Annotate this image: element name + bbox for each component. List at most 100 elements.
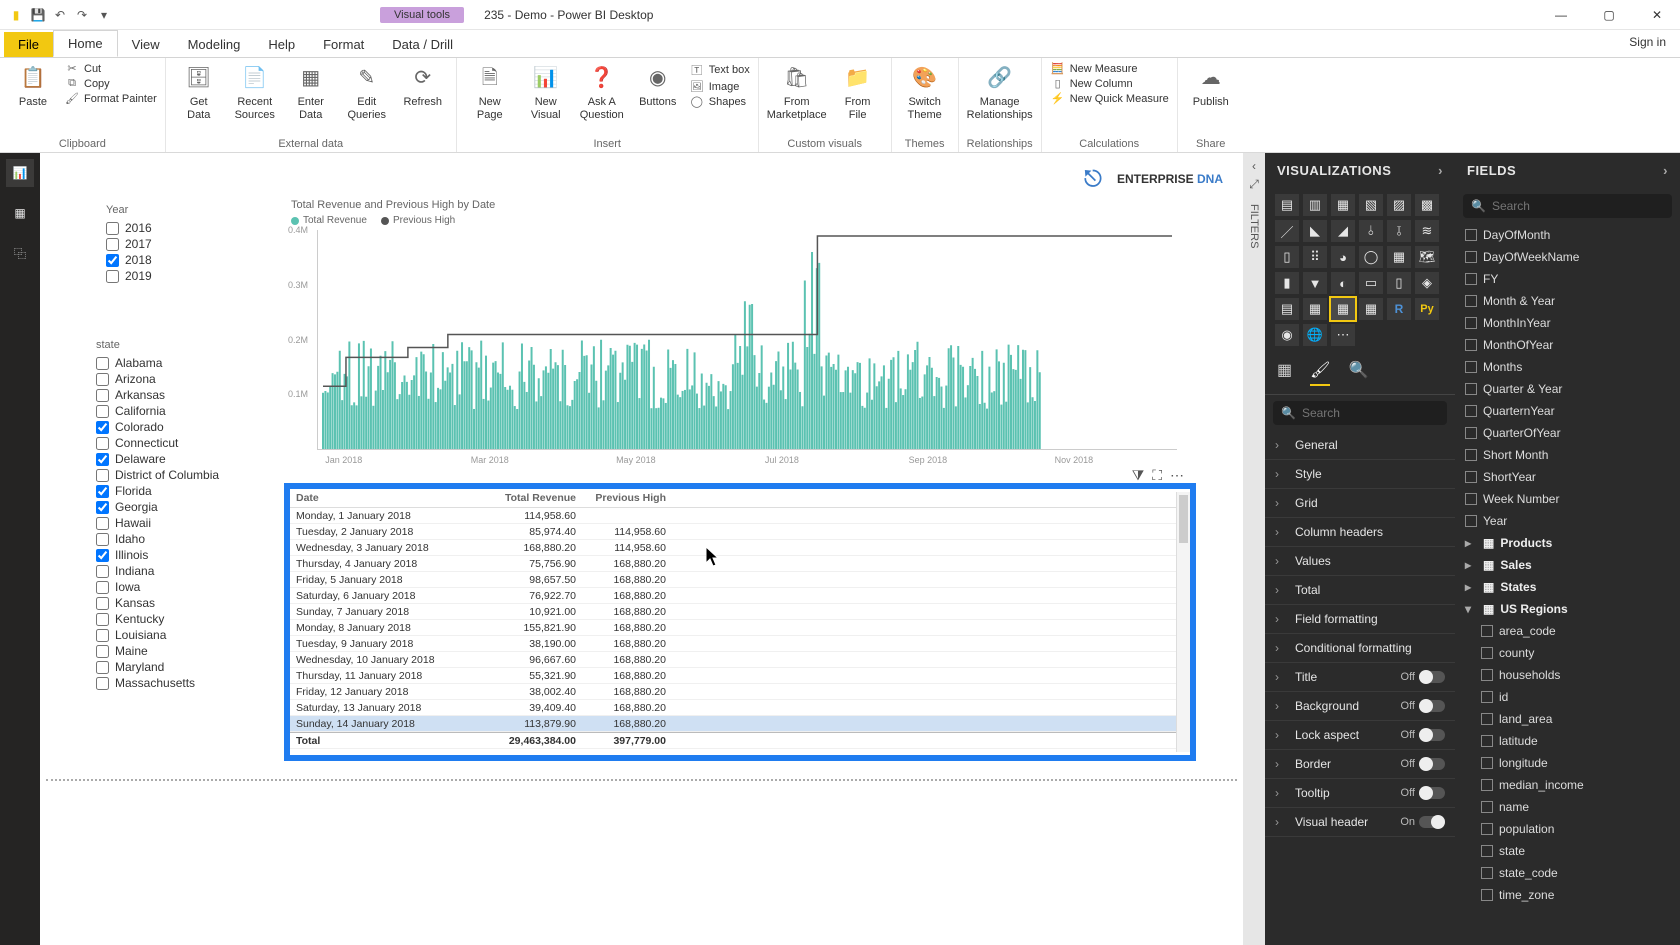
viz-ribbon-icon[interactable]: ≋ [1415, 220, 1439, 242]
field-item[interactable]: time_zone [1455, 884, 1680, 906]
viz-table-icon[interactable]: ▦ [1331, 298, 1355, 320]
col-header-date[interactable]: Date [296, 492, 486, 504]
field-table[interactable]: ▸▦Sales [1455, 554, 1680, 576]
get-data-button[interactable]: 🗄Get Data [174, 62, 224, 121]
checkbox[interactable] [96, 517, 109, 530]
field-item[interactable]: DayOfWeekName [1455, 246, 1680, 268]
edit-queries-button[interactable]: ✎Edit Queries [342, 62, 392, 121]
field-item[interactable]: longitude [1455, 752, 1680, 774]
chevron-right-icon[interactable]: › [1438, 163, 1443, 178]
table-row[interactable]: Tuesday, 2 January 201885,974.40114,958.… [290, 524, 1190, 540]
viz-pie-icon[interactable]: ◕ [1331, 246, 1355, 268]
viz-arcgis-icon[interactable]: ◉ [1275, 324, 1299, 346]
field-table[interactable]: ▾▦US Regions [1455, 598, 1680, 620]
table-header[interactable]: Date Total Revenue Previous High [290, 489, 1190, 508]
report-view-icon[interactable]: 📊 [6, 159, 34, 187]
focus-mode-icon[interactable]: ⛶ [1152, 467, 1162, 484]
format-section[interactable]: ›BorderOff [1265, 750, 1455, 779]
state-option[interactable]: Delaware [96, 451, 266, 467]
checkbox[interactable] [1481, 779, 1493, 791]
field-item[interactable]: median_income [1455, 774, 1680, 796]
checkbox[interactable] [106, 254, 119, 267]
table-row[interactable]: Monday, 8 January 2018155,821.90168,880.… [290, 620, 1190, 636]
state-option[interactable]: Colorado [96, 419, 266, 435]
search-input[interactable] [1492, 199, 1664, 213]
toggle-switch[interactable]: Off [1401, 671, 1445, 683]
checkbox[interactable] [96, 501, 109, 514]
viz-map-icon[interactable]: 🗺 [1415, 246, 1439, 268]
year-option[interactable]: 2016 [106, 220, 216, 236]
format-section[interactable]: ›TooltipOff [1265, 779, 1455, 808]
copy-button[interactable]: ⧉Copy [64, 77, 157, 90]
year-option[interactable]: 2019 [106, 268, 216, 284]
qat-dropdown-icon[interactable]: ▾ [96, 7, 112, 23]
field-item[interactable]: name [1455, 796, 1680, 818]
more-options-icon[interactable]: ⋯ [1170, 467, 1184, 484]
format-section[interactable]: ›Grid [1265, 489, 1455, 518]
expand-icon[interactable]: ▸ [1465, 580, 1477, 594]
state-option[interactable]: Iowa [96, 579, 266, 595]
field-item[interactable]: MonthInYear [1455, 312, 1680, 334]
minimize-icon[interactable]: — [1538, 0, 1584, 30]
field-item[interactable]: latitude [1455, 730, 1680, 752]
checkbox[interactable] [1481, 757, 1493, 769]
viz-line-icon[interactable]: ／ [1275, 220, 1299, 242]
viz-stacked-column-icon[interactable]: ▥ [1303, 194, 1327, 216]
toggle-switch[interactable]: On [1400, 816, 1445, 828]
state-option[interactable]: Hawaii [96, 515, 266, 531]
manage-relationships-button[interactable]: 🔗Manage Relationships [967, 62, 1033, 121]
tab-modeling[interactable]: Modeling [174, 32, 255, 57]
from-file-button[interactable]: 📁From File [833, 62, 883, 121]
state-option[interactable]: Georgia [96, 499, 266, 515]
viz-donut-icon[interactable]: ◯ [1359, 246, 1383, 268]
expand-icon[interactable]: ▸ [1465, 536, 1477, 550]
format-section[interactable]: ›Style [1265, 460, 1455, 489]
checkbox[interactable] [1465, 383, 1477, 395]
state-option[interactable]: Alabama [96, 355, 266, 371]
year-slicer[interactable]: Year 2016201720182019 [106, 204, 216, 284]
viz-matrix-icon[interactable]: ▦ [1359, 298, 1383, 320]
field-item[interactable]: state [1455, 840, 1680, 862]
viz-waterfall-icon[interactable]: ▯ [1275, 246, 1299, 268]
table-row[interactable]: Friday, 5 January 201898,657.50168,880.2… [290, 572, 1190, 588]
field-item[interactable]: land_area [1455, 708, 1680, 730]
state-option[interactable]: Illinois [96, 547, 266, 563]
table-row[interactable]: Thursday, 11 January 201855,321.90168,88… [290, 668, 1190, 684]
checkbox[interactable] [1465, 229, 1477, 241]
refresh-button[interactable]: ⟳Refresh [398, 62, 448, 109]
toggle-switch[interactable]: Off [1401, 729, 1445, 741]
field-item[interactable]: id [1455, 686, 1680, 708]
viz-table2-icon[interactable]: ▦ [1303, 298, 1327, 320]
format-section[interactable]: ›Values [1265, 547, 1455, 576]
field-item[interactable]: state_code [1455, 862, 1680, 884]
checkbox[interactable] [96, 421, 109, 434]
viz-r-icon[interactable]: R [1387, 298, 1411, 320]
field-item[interactable]: Quarter & Year [1455, 378, 1680, 400]
checkbox[interactable] [96, 373, 109, 386]
checkbox[interactable] [96, 437, 109, 450]
viz-card-icon[interactable]: ▭ [1359, 272, 1383, 294]
state-slicer[interactable]: state AlabamaArizonaArkansasCaliforniaCo… [96, 339, 266, 691]
state-option[interactable]: Arizona [96, 371, 266, 387]
textbox-button[interactable]: 🅃Text box [689, 62, 750, 78]
checkbox[interactable] [96, 485, 109, 498]
checkbox[interactable] [1465, 273, 1477, 285]
viz-globe-icon[interactable]: 🌐 [1303, 324, 1327, 346]
save-icon[interactable]: 💾 [30, 7, 46, 23]
field-item[interactable]: Week Number [1455, 488, 1680, 510]
checkbox[interactable] [106, 238, 119, 251]
checkbox[interactable] [1465, 405, 1477, 417]
checkbox[interactable] [1481, 691, 1493, 703]
year-option[interactable]: 2017 [106, 236, 216, 252]
checkbox[interactable] [1481, 823, 1493, 835]
format-section[interactable]: ›Column headers [1265, 518, 1455, 547]
checkbox[interactable] [1481, 735, 1493, 747]
viz-stacked-bar-icon[interactable]: ▤ [1275, 194, 1299, 216]
state-option[interactable]: Idaho [96, 531, 266, 547]
field-item[interactable]: ShortYear [1455, 466, 1680, 488]
switch-theme-button[interactable]: 🎨Switch Theme [900, 62, 950, 121]
state-option[interactable]: California [96, 403, 266, 419]
format-section[interactable]: ›General [1265, 431, 1455, 460]
format-search[interactable]: 🔍 [1273, 401, 1447, 425]
viz-stacked-area-icon[interactable]: ◢ [1331, 220, 1355, 242]
